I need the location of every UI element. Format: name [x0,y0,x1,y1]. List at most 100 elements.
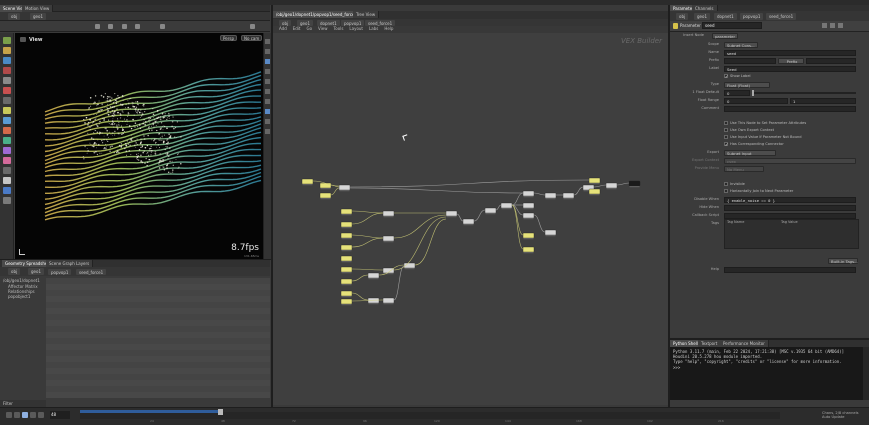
path-obj[interactable]: obj [676,13,689,20]
view-tool-icon[interactable] [3,67,11,74]
prefix-button[interactable]: Prefix [778,58,804,64]
default-slider-handle[interactable] [752,90,754,96]
tags-table[interactable]: Tag Name Tag Value [724,219,859,249]
path-dopnet1[interactable]: dopnet1 [714,13,737,20]
hide-when-field[interactable] [724,205,856,211]
shaded-icon[interactable] [265,59,270,64]
normals-icon[interactable] [265,119,270,124]
menu-layout[interactable]: Layout [349,26,363,31]
jump-end-icon[interactable] [38,412,44,418]
connector-checkbox[interactable]: ✓ [724,142,728,147]
select-mode-icon[interactable] [3,37,11,44]
invisible-checkbox[interactable] [724,182,728,186]
scale-tool-icon[interactable] [135,24,140,29]
3d-viewport[interactable]: View Persp No cam 8.7fps 131.65ms [15,33,263,259]
label-field[interactable]: Seed [724,66,856,72]
particles-icon[interactable] [3,147,11,154]
path-popvop1[interactable]: popvop1 [740,13,764,20]
join-next-checkbox[interactable] [724,189,728,193]
lighting-icon[interactable] [265,69,270,74]
menu-edit[interactable]: Edit [293,26,301,31]
jump-start-icon[interactable] [6,412,12,418]
menu-tools[interactable]: Tools [334,26,344,31]
show-label-checkbox[interactable]: ✓ [724,74,728,79]
comment-field[interactable] [724,106,856,112]
prefix-extra-field[interactable] [806,58,856,64]
filter-field[interactable]: Filter [0,400,46,407]
type-menu[interactable]: Float (Float) [724,82,770,88]
range-max-field[interactable]: 1 [790,98,856,104]
magnet-icon[interactable] [3,87,11,94]
fire-icon[interactable] [3,127,11,134]
export-context-menu[interactable]: cvex [724,158,856,164]
gear-icon[interactable] [250,24,255,29]
tab-tree-view[interactable]: Tree View [353,11,380,18]
path-obj[interactable]: obj [8,268,21,275]
tree-root[interactable]: /obj/geo1/dopnet1 [3,278,40,283]
info-icon[interactable] [838,23,843,28]
path-geo1[interactable]: geo1 [30,13,46,20]
display-opt-icon[interactable] [265,39,270,44]
menu-add[interactable]: Add [279,26,287,31]
cloth-icon[interactable] [3,167,11,174]
pose-icon[interactable] [3,57,11,64]
path-obj[interactable]: obj [8,13,21,20]
console-scrollbar[interactable] [863,347,869,400]
wireframe-icon[interactable] [265,49,270,54]
transform-tool-icon[interactable] [108,24,113,29]
tab-motion-view[interactable]: Motion View [22,5,54,12]
provide-menu-dropdown[interactable]: No Menu [724,166,764,172]
gear-icon[interactable] [822,23,827,28]
help-icon[interactable] [830,23,835,28]
range-min-field[interactable]: 0 [724,98,788,104]
node-name-field[interactable]: seed [702,22,762,29]
python-console[interactable]: Python 3.11.7 (main, Feb 22 2024, 17:21:… [670,347,863,400]
shadow-icon[interactable] [265,79,270,84]
step-back-icon[interactable] [14,412,20,418]
pane-divider[interactable] [670,338,869,340]
menu-go[interactable]: Go [307,26,313,31]
current-frame-field[interactable]: 48 [50,411,70,419]
own-export-checkbox[interactable] [724,128,728,132]
rotate-tool-icon[interactable] [122,24,127,29]
builtin-tags-button[interactable]: Built-in Tags... [828,258,858,264]
muscle-icon[interactable] [3,187,11,194]
wire-icon[interactable] [3,177,11,184]
tab-textport[interactable]: Textport [698,340,722,347]
vis-icon[interactable] [265,129,270,134]
pane-divider[interactable] [0,259,271,260]
handle-icon[interactable] [3,47,11,54]
select-tool-icon[interactable] [95,24,100,29]
rbd-icon[interactable] [3,157,11,164]
tab-performance-monitor[interactable]: Performance Monitor [720,340,769,347]
tab-scene-graph-layers[interactable]: Scene Graph Layers [46,260,94,267]
menu-labs[interactable]: Labs [369,26,378,31]
prefix-field[interactable] [724,58,776,64]
default-field[interactable]: 0 [724,90,750,96]
tab-network-path[interactable]: /obj/geo1/dopnet1/popvop1/seed_force1 [273,11,362,18]
tree-popobject[interactable]: popobject1 [8,294,30,299]
path-geo1[interactable]: geo1 [694,13,710,20]
light-icon[interactable] [3,107,11,114]
insert-node-menu[interactable]: parameter [712,33,738,39]
pane-divider[interactable] [668,5,670,407]
path-popvop1[interactable]: popvop1 [48,269,72,275]
points-icon[interactable] [265,109,270,114]
name-field[interactable]: seed [724,50,856,56]
scope-menu[interactable]: Subnet Cons... [724,42,758,48]
snap-icon[interactable] [160,24,165,29]
input-value-checkbox[interactable] [724,135,728,139]
default-slider[interactable] [752,92,856,94]
grain-icon[interactable] [3,197,11,204]
ghost-icon[interactable] [265,99,270,104]
play-icon[interactable] [22,412,28,418]
path-seed-force[interactable]: seed_force1 [76,269,107,275]
path-geo1[interactable]: geo1 [28,268,44,275]
help-field[interactable] [724,267,856,273]
export-menu[interactable]: Subnet Input [724,150,776,156]
menu-view[interactable]: View [318,26,328,31]
grid-icon[interactable] [265,89,270,94]
flip-icon[interactable] [3,137,11,144]
path-seed-force[interactable]: seed_force1 [766,13,797,20]
disable-when-field[interactable]: { enable_noise == 0 } [724,197,856,203]
